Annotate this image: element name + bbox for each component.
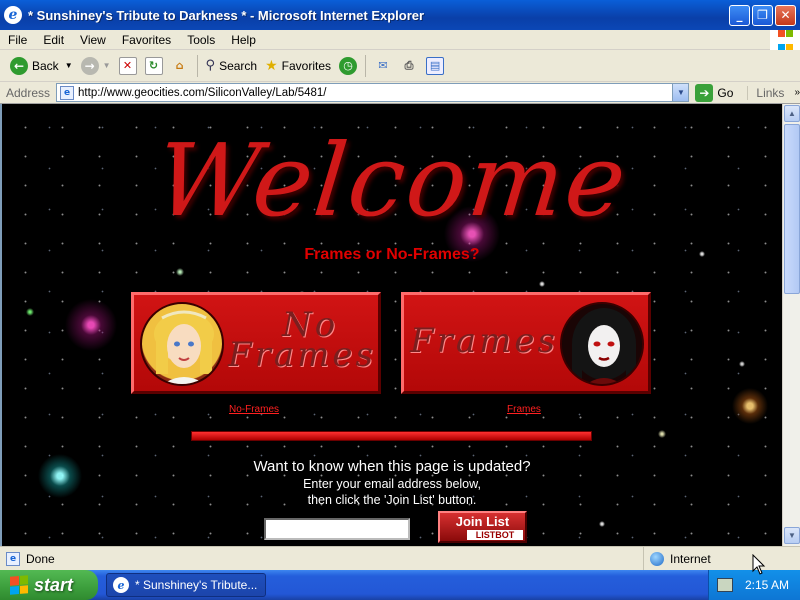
search-button[interactable]: ⚲ Search — [202, 53, 262, 79]
title-bar: e * Sunshiney's Tribute to Darkness * - … — [0, 0, 800, 30]
menu-help[interactable]: Help — [223, 33, 264, 47]
frames-image-button[interactable]: Frames — [401, 292, 651, 394]
edit-page-icon[interactable]: ▤ — [426, 56, 445, 75]
page-content: Welcome Frames or No-Frames? No Frames F… — [0, 104, 782, 546]
page-icon: e — [60, 85, 75, 100]
close-button[interactable]: ✕ — [775, 4, 796, 26]
vertical-scrollbar[interactable]: ▲ ▼ — [782, 104, 800, 546]
ie-logo-icon: e — [4, 6, 22, 24]
menu-favorites[interactable]: Favorites — [114, 33, 179, 47]
toolbar-separator — [365, 54, 367, 77]
ie-task-icon: e — [113, 577, 129, 593]
mailing-list-instructions: Enter your email address below, then cli… — [2, 476, 782, 508]
address-url[interactable]: http://www.geocities.com/SiliconValley/L… — [78, 87, 672, 99]
zone-label: Internet — [670, 551, 711, 566]
red-divider-bar — [191, 431, 592, 441]
frames-link[interactable]: Frames — [507, 404, 541, 415]
menu-file[interactable]: File — [0, 33, 35, 47]
taskbar: start e * Sunshiney's Tribute... 2:15 AM — [0, 570, 800, 600]
security-zone: Internet — [643, 547, 800, 570]
blonde-angel-portrait — [140, 302, 224, 386]
mail-icon[interactable]: ✉ — [374, 57, 392, 75]
address-dropdown-icon[interactable]: ▼ — [672, 84, 689, 101]
frames-image-text: Frames — [410, 321, 558, 361]
instruction-line-1: Enter your email address below, — [303, 477, 481, 491]
menu-view[interactable]: View — [72, 33, 114, 47]
maximize-button[interactable]: ❐ — [752, 4, 773, 26]
forward-dropdown-icon[interactable]: ▼ — [103, 61, 111, 70]
clock: 2:15 AM — [745, 578, 790, 592]
minimize-button[interactable]: _ — [729, 4, 750, 26]
frames-question: Frames or No-Frames? — [304, 246, 480, 263]
history-icon[interactable]: ◷ — [339, 56, 358, 75]
join-list-label: Join List — [455, 514, 510, 529]
refresh-icon[interactable]: ↻ — [144, 56, 163, 75]
address-label: Address — [6, 85, 51, 100]
go-arrow-icon: ➔ — [695, 83, 714, 102]
mouse-cursor-icon — [752, 554, 766, 575]
back-arrow-icon: ← — [10, 56, 28, 75]
address-field[interactable]: e http://www.geocities.com/SiliconValley… — [56, 83, 690, 102]
menu-tools[interactable]: Tools — [179, 33, 223, 47]
start-button[interactable]: start — [0, 570, 98, 600]
dark-lady-portrait — [560, 302, 644, 386]
status-text: Done — [26, 551, 55, 566]
window-title: * Sunshiney's Tribute to Darkness * - Mi… — [28, 7, 425, 23]
back-label: Back — [32, 58, 59, 73]
listbot-label: LISTBOT — [467, 530, 523, 540]
join-list-button[interactable]: Join List LISTBOT — [438, 511, 527, 543]
no-frames-image-button[interactable]: No Frames — [131, 292, 381, 394]
windows-logo-icon — [770, 29, 800, 51]
scroll-down-icon[interactable]: ▼ — [784, 527, 800, 544]
start-label: start — [34, 574, 74, 595]
welcome-heading: Welcome — [150, 122, 634, 239]
favorites-button[interactable]: ★ Favorites — [261, 53, 335, 79]
menu-bar: File Edit View Favorites Tools Help — [0, 29, 800, 51]
chevron-right-icon[interactable]: » — [794, 87, 800, 98]
task-label: * Sunshiney's Tribute... — [135, 578, 258, 592]
status-bar: e Done Internet — [0, 546, 800, 570]
page-status-icon: e — [6, 551, 20, 566]
forward-button[interactable]: → ▼ — [77, 53, 115, 79]
email-input[interactable] — [264, 518, 410, 540]
network-icon[interactable] — [717, 578, 733, 592]
search-label: Search — [219, 58, 258, 73]
no-frames-image-text-2: Frames — [228, 335, 376, 375]
menu-edit[interactable]: Edit — [35, 33, 72, 47]
scroll-thumb[interactable] — [784, 124, 800, 294]
back-button[interactable]: ← Back ▼ — [6, 53, 77, 79]
no-frames-link[interactable]: No-Frames — [229, 404, 279, 415]
scroll-up-icon[interactable]: ▲ — [784, 105, 800, 122]
mailing-list-heading: Want to know when this page is updated? — [253, 458, 531, 475]
favorites-label: Favorites — [281, 58, 332, 73]
print-icon[interactable]: ⎙ — [400, 57, 418, 75]
taskbar-ie-window[interactable]: e * Sunshiney's Tribute... — [106, 573, 266, 597]
home-icon[interactable]: ⌂ — [171, 57, 189, 75]
stop-icon[interactable]: ✕ — [118, 56, 137, 75]
go-label: Go — [717, 85, 734, 100]
windows-flag-icon — [10, 575, 28, 595]
star-icon: ★ — [265, 57, 278, 74]
forward-arrow-icon: → — [80, 56, 99, 75]
instruction-line-2: then click the 'Join List' button. — [307, 493, 477, 507]
search-icon: ⚲ — [205, 58, 216, 73]
address-bar: Address e http://www.geocities.com/Silic… — [0, 82, 800, 104]
links-button[interactable]: Links — [747, 85, 784, 100]
back-dropdown-icon[interactable]: ▼ — [65, 61, 73, 70]
toolbar-separator — [196, 54, 198, 77]
toolbar: ← Back ▼ → ▼ ✕ ↻ ⌂ ⚲ Search ★ Favorites … — [0, 50, 800, 82]
go-button[interactable]: ➔ Go — [695, 83, 734, 102]
globe-icon — [650, 551, 664, 566]
